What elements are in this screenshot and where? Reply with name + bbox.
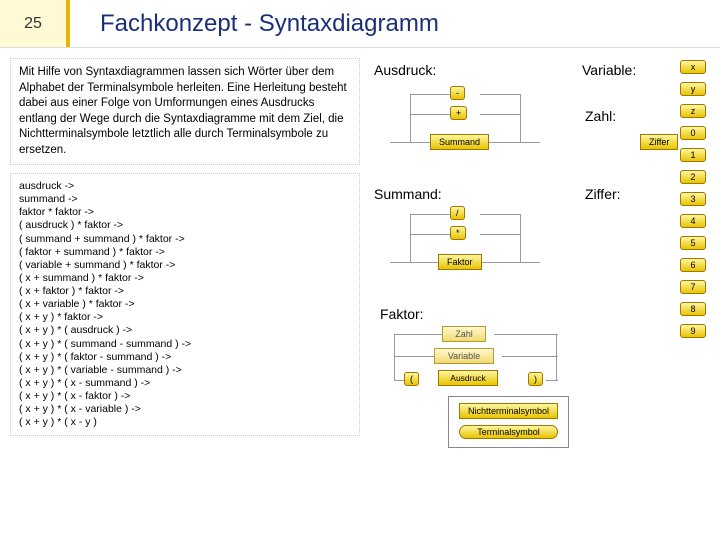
open-paren-terminal: ( (404, 372, 419, 386)
digit-0-terminal: 0 (680, 126, 706, 140)
var-y-terminal: y (680, 82, 706, 96)
derivation-steps: ausdruck -> summand -> faktor * faktor -… (10, 173, 360, 436)
digit-9-terminal: 9 (680, 324, 706, 338)
close-paren-terminal: ) (528, 372, 543, 386)
digit-6-terminal: 6 (680, 258, 706, 272)
digit-7-terminal: 7 (680, 280, 706, 294)
minus-terminal: - (450, 86, 465, 100)
ausdruck-label: Ausdruck: (374, 62, 436, 78)
ziffer-label: Ziffer: (585, 186, 621, 202)
right-column: Ausdruck: - + Summand Summand: (370, 58, 710, 436)
slide-title: Fachkonzept - Syntaxdiagramm (70, 10, 720, 38)
left-column: Mit Hilfe von Syntaxdiagrammen lassen si… (10, 58, 360, 436)
slash-terminal: / (450, 206, 465, 220)
slide-body: Mit Hilfe von Syntaxdiagrammen lassen si… (0, 48, 720, 436)
summand-label: Summand: (374, 186, 442, 202)
slide: 25 Fachkonzept - Syntaxdiagramm Mit Hilf… (0, 0, 720, 540)
digit-8-terminal: 8 (680, 302, 706, 316)
digit-4-terminal: 4 (680, 214, 706, 228)
plus-terminal: + (450, 106, 467, 120)
digit-2-terminal: 2 (680, 170, 706, 184)
summand-nonterminal: Summand (430, 134, 489, 150)
terminal-column: x y z 0 1 2 3 4 5 6 7 8 9 (680, 60, 706, 338)
legend-box: Nichtterminalsymbol Terminalsymbol (448, 396, 569, 448)
legend-nonterminal: Nichtterminalsymbol (459, 403, 558, 419)
slide-header: 25 Fachkonzept - Syntaxdiagramm (0, 0, 720, 48)
ausdruck-diagram: - + Summand (390, 86, 540, 172)
intro-text: Mit Hilfe von Syntaxdiagrammen lassen si… (10, 58, 360, 165)
faktor-nonterminal: Faktor (438, 254, 482, 270)
summand-diagram: / * Faktor (390, 206, 540, 292)
zahl-alt-nonterminal: Zahl (442, 326, 486, 342)
slide-number: 25 (0, 0, 70, 47)
variable-label: Variable: (582, 62, 636, 78)
variable-alt-nonterminal: Variable (434, 348, 494, 364)
digit-3-terminal: 3 (680, 192, 706, 206)
faktor-label: Faktor: (380, 306, 424, 322)
ziffer-nonterminal: Ziffer (640, 134, 678, 150)
digit-1-terminal: 1 (680, 148, 706, 162)
star-terminal: * (450, 226, 466, 240)
var-z-terminal: z (680, 104, 706, 118)
zahl-label: Zahl: (585, 108, 616, 124)
ausdruck-inner-nonterminal: Ausdruck (438, 370, 498, 386)
digit-5-terminal: 5 (680, 236, 706, 250)
legend-terminal: Terminalsymbol (459, 425, 558, 439)
var-x-terminal: x (680, 60, 706, 74)
